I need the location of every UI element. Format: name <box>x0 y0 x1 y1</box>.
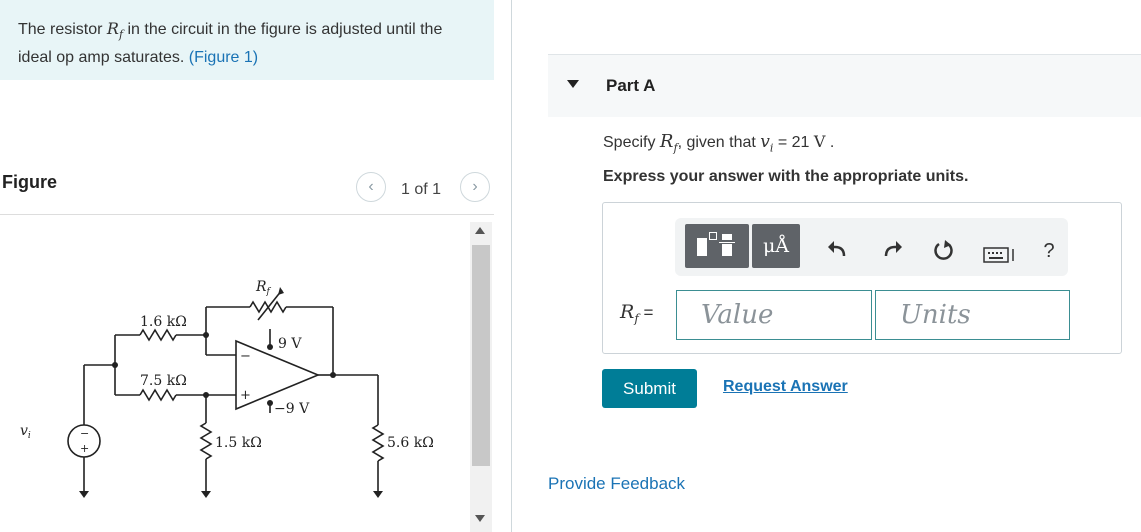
label-vpos: 9 V <box>278 336 302 352</box>
column-divider <box>511 0 512 532</box>
prev-figure-button[interactable]: ‹ <box>356 172 386 202</box>
label-r1: 1.6 kΩ <box>140 314 187 330</box>
question-text: Specify Rf, given that vi = 21 V . <box>603 131 835 155</box>
redo-icon <box>884 241 902 257</box>
figure-title: Figure <box>2 172 58 192</box>
reset-icon <box>934 240 953 260</box>
resistor-5-6k <box>371 424 385 462</box>
resistor-1-6k <box>139 328 177 342</box>
label-r3: 1.5 kΩ <box>215 435 262 451</box>
scroll-down-icon[interactable] <box>475 515 485 522</box>
arrow-icon <box>278 287 284 295</box>
reset-button[interactable] <box>928 236 958 266</box>
problem-text-start: The resistor <box>18 21 107 38</box>
undo-icon <box>828 241 846 257</box>
source-minus: − <box>80 427 89 440</box>
label-r2: 7.5 kΩ <box>140 373 187 389</box>
ground-arrow-icon <box>79 491 89 498</box>
provide-feedback-link[interactable]: Provide Feedback <box>548 474 685 494</box>
scroll-up-icon[interactable] <box>475 227 485 234</box>
part-title: Part A <box>606 76 656 95</box>
request-answer-link[interactable]: Request Answer <box>723 378 848 396</box>
figure-link[interactable]: (Figure 1) <box>189 49 258 66</box>
undo-button[interactable] <box>824 236 854 266</box>
template-icon <box>697 238 707 256</box>
next-figure-button[interactable]: › <box>460 172 490 202</box>
units-button[interactable]: μÅ <box>752 224 800 268</box>
rf-label: Rf = <box>620 301 654 326</box>
value-placeholder: Value <box>701 300 774 330</box>
units-placeholder: Units <box>900 300 971 330</box>
figure-pager: 1 of 1 <box>401 181 442 198</box>
scrollbar-thumb[interactable] <box>472 245 490 466</box>
resistor-1-5k <box>199 422 213 460</box>
chevron-right-icon: › <box>472 178 478 195</box>
source-plus: + <box>80 442 89 455</box>
ground-arrow-icon <box>201 491 211 498</box>
keyboard-button[interactable] <box>983 246 1014 264</box>
redo-button[interactable] <box>876 236 906 266</box>
resistor-7-5k <box>139 388 177 402</box>
help-button[interactable]: ? <box>1038 240 1060 266</box>
label-vneg: −9 V <box>274 401 310 417</box>
label-rf: Rf <box>255 279 272 297</box>
problem-statement: The resistor Rf in the circuit in the fi… <box>18 17 478 69</box>
opamp-minus: − <box>240 349 251 364</box>
rf-variable: Rf <box>106 19 124 42</box>
opamp-plus: + <box>240 388 251 403</box>
keyboard-icon <box>983 247 1014 263</box>
chevron-left-icon: ‹ <box>368 178 374 195</box>
circuit-diagram: 1.6 kΩ 7.5 kΩ 1.5 kΩ 5.6 kΩ Rf 9 V −9 V … <box>20 279 434 498</box>
value-input[interactable]: Value <box>676 290 872 340</box>
units-icon: μÅ <box>762 235 790 257</box>
caret-down-icon[interactable] <box>567 80 579 88</box>
label-r4: 5.6 kΩ <box>387 435 434 451</box>
template-button[interactable] <box>685 224 749 268</box>
submit-button[interactable]: Submit <box>602 369 697 408</box>
label-vi: vi <box>20 423 31 441</box>
help-icon: ? <box>1043 240 1055 262</box>
ground-arrow-icon <box>373 491 383 498</box>
units-input[interactable]: Units <box>875 290 1070 340</box>
instructions: Express your answer with the appropriate… <box>603 168 969 185</box>
